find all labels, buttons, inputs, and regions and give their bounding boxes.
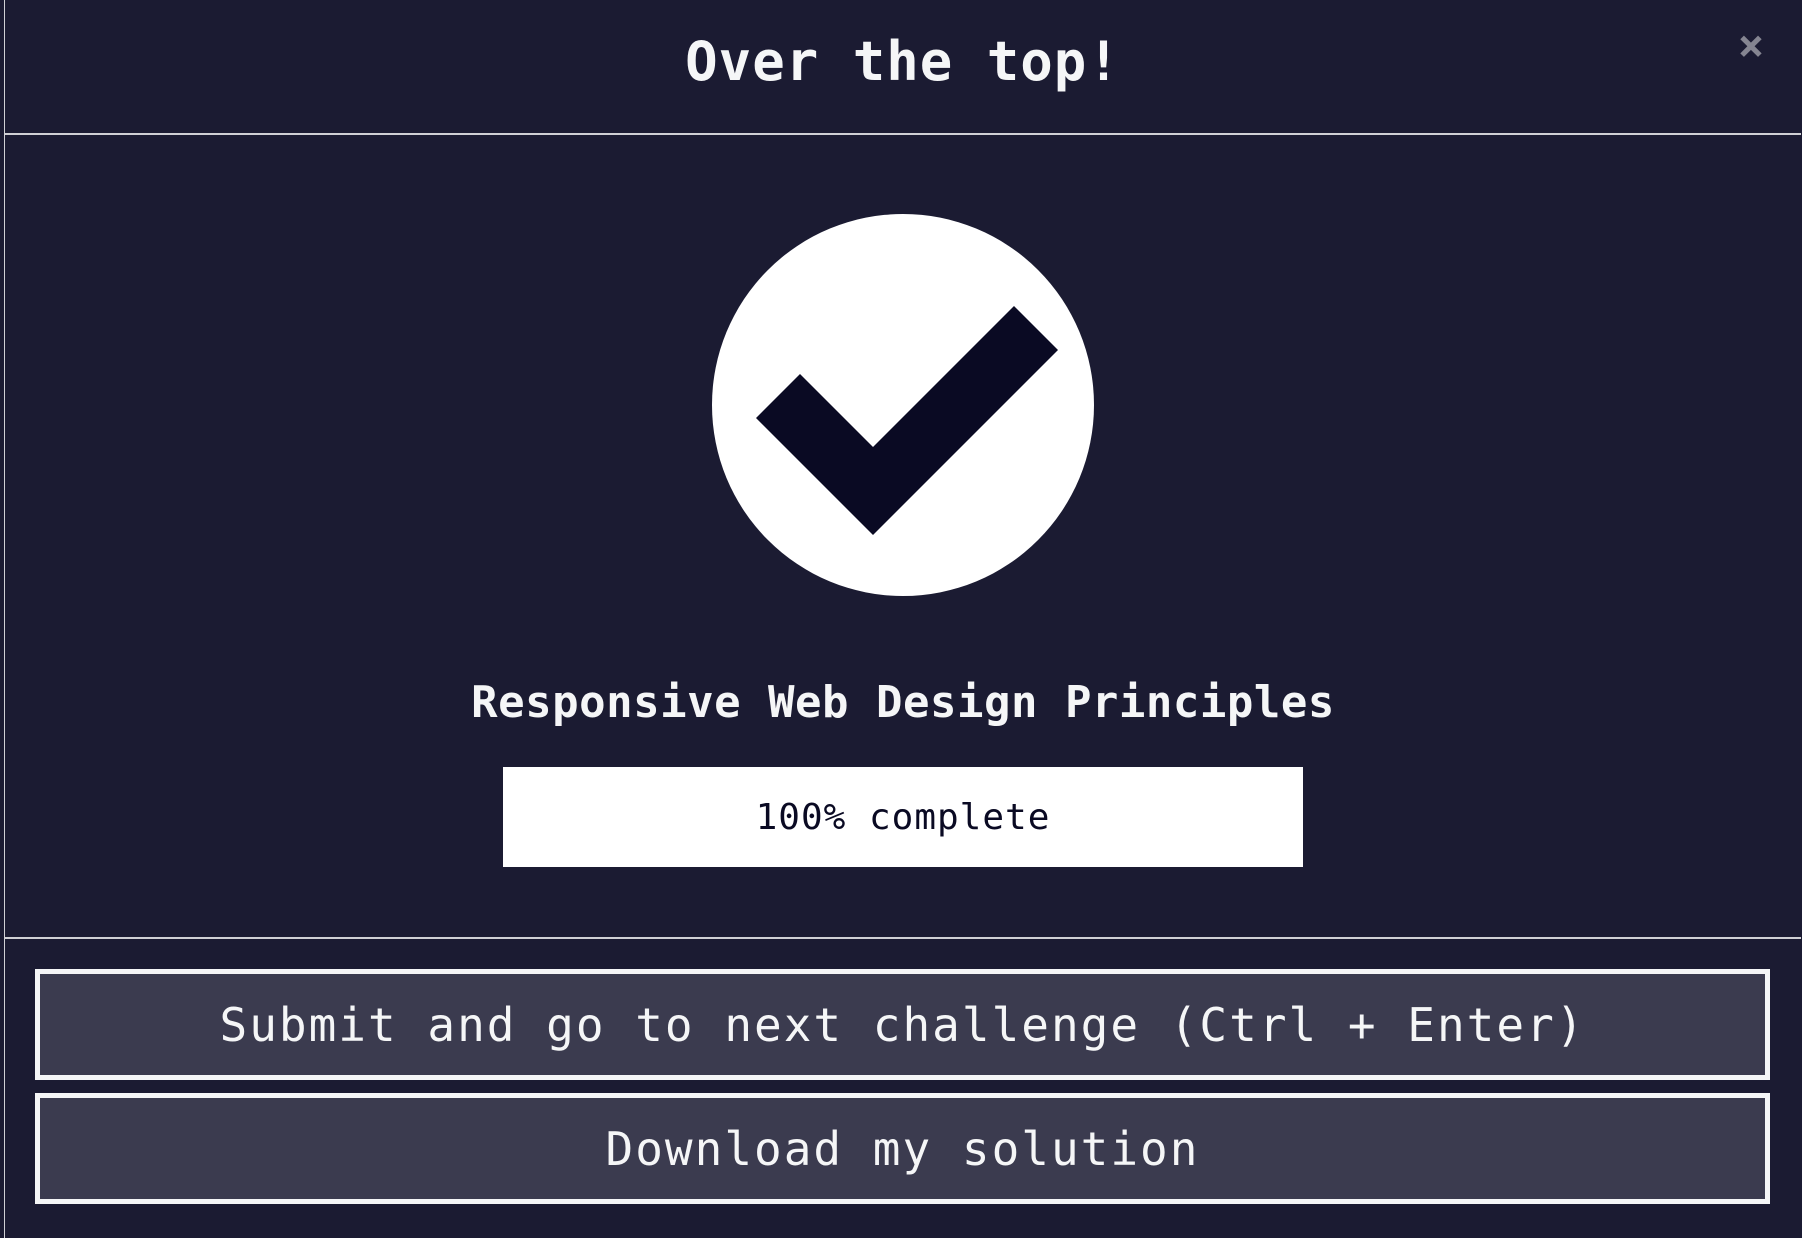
download-solution-button[interactable]: Download my solution bbox=[35, 1093, 1770, 1204]
completion-modal: Over the top! × Responsive Web Design Pr… bbox=[4, 0, 1801, 1238]
block-title: Responsive Web Design Principles bbox=[471, 677, 1335, 728]
check-circle-icon bbox=[712, 214, 1094, 596]
progress-label: 100% complete bbox=[755, 796, 1051, 838]
progress-bar: 100% complete bbox=[503, 767, 1303, 867]
modal-title: Over the top! bbox=[685, 30, 1121, 93]
modal-footer: Submit and go to next challenge (Ctrl + … bbox=[5, 939, 1801, 1238]
modal-header: Over the top! × bbox=[5, 0, 1801, 135]
close-icon[interactable]: × bbox=[1729, 24, 1773, 68]
submit-next-challenge-button[interactable]: Submit and go to next challenge (Ctrl + … bbox=[35, 969, 1770, 1080]
modal-body: Responsive Web Design Principles 100% co… bbox=[5, 135, 1801, 939]
